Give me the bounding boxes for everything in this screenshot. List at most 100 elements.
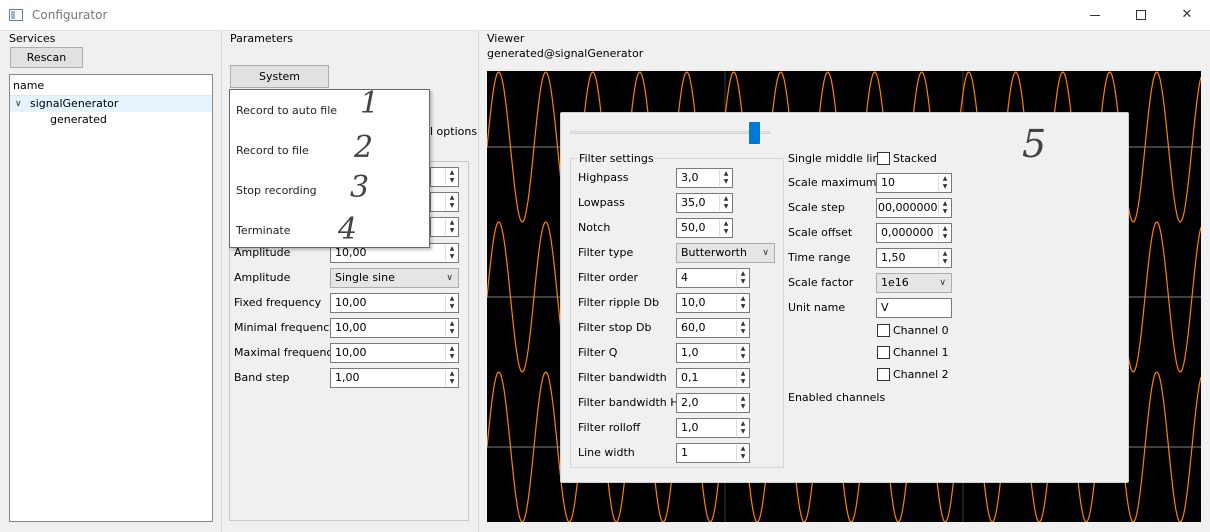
chevron-down-icon[interactable]: ∨	[15, 96, 22, 112]
tree-item-generated[interactable]: generated	[10, 112, 212, 128]
spin-up-icon[interactable]: ▲	[446, 295, 458, 303]
spin-up-icon[interactable]: ▲	[737, 320, 749, 328]
spin-down-icon[interactable]: ▼	[720, 228, 732, 236]
filter-bandwidth-hz-spinbox[interactable]: 2,0 ▲ ▼	[676, 393, 750, 413]
spin-down-icon[interactable]: ▼	[446, 303, 458, 311]
overlay-slider-track[interactable]	[570, 131, 770, 134]
time-range-spinbox[interactable]: 1,50 ▲ ▼	[876, 248, 952, 268]
spin-down-icon[interactable]: ▼	[737, 453, 749, 461]
stacked-checkbox[interactable]	[877, 152, 890, 165]
spin-up-icon[interactable]: ▲	[720, 195, 732, 203]
filter-rolloff-spinbox[interactable]: 1,0 ▲ ▼	[676, 418, 750, 438]
menu-item-record-file[interactable]: Record to file	[236, 144, 309, 157]
filter-stop-value: 60,0	[681, 321, 706, 334]
spin-down-icon[interactable]: ▼	[720, 178, 732, 186]
unit-name-input[interactable]: V	[876, 298, 952, 318]
spin-down-icon[interactable]: ▼	[720, 203, 732, 211]
spin-up-icon[interactable]: ▲	[939, 200, 951, 208]
scale-step-spinbox[interactable]: 00,000000 ▲ ▼	[876, 198, 952, 218]
minimize-button[interactable]	[1072, 0, 1118, 31]
menu-item-record-auto[interactable]: Record to auto file	[236, 104, 337, 117]
scale-factor-select[interactable]: 1e16 ∨	[876, 273, 952, 293]
band-step-spinbox[interactable]: 1,00 ▲ ▼	[330, 368, 459, 388]
tree-item-label: signalGenerator	[30, 97, 119, 110]
unit-name-label: Unit name	[788, 301, 846, 314]
channel-1-checkbox[interactable]	[877, 346, 890, 359]
highpass-spinbox[interactable]: 3,0 ▲ ▼	[676, 168, 733, 188]
channel-2-checkbox[interactable]	[877, 368, 890, 381]
filter-bandwidth-value: 0,1	[681, 371, 699, 384]
filter-q-spinbox[interactable]: 1,0 ▲ ▼	[676, 343, 750, 363]
maximize-button[interactable]	[1118, 0, 1164, 31]
spin-down-icon[interactable]: ▼	[939, 233, 951, 241]
line-width-spinbox[interactable]: 1 ▲ ▼	[676, 443, 750, 463]
tree-item-signalgenerator[interactable]: ∨ signalGenerator	[10, 96, 212, 112]
notch-spinbox[interactable]: 50,0 ▲ ▼	[676, 218, 733, 238]
spin-up-icon[interactable]: ▲	[720, 170, 732, 178]
spin-up-icon[interactable]: ▲	[446, 245, 458, 253]
spin-up-icon[interactable]: ▲	[737, 445, 749, 453]
filter-bandwidth-spinbox[interactable]: 0,1 ▲ ▼	[676, 368, 750, 388]
minimal-frequency-spinbox[interactable]: 10,00 ▲ ▼	[330, 318, 459, 338]
filter-stop-spinbox[interactable]: 60,0 ▲ ▼	[676, 318, 750, 338]
spin-down-icon[interactable]: ▼	[939, 208, 951, 216]
spin-up-icon[interactable]: ▲	[939, 250, 951, 258]
spin-down-icon[interactable]: ▼	[446, 353, 458, 361]
tree-item-label: generated	[50, 113, 107, 126]
services-tree[interactable]: name ∨ signalGenerator generated	[9, 74, 213, 522]
tree-header-name[interactable]: name	[10, 75, 212, 96]
spin-up-icon[interactable]: ▲	[939, 175, 951, 183]
channel-1-label: Channel 1	[893, 346, 949, 359]
amplitude-mode-select[interactable]: Single sine ∨	[330, 268, 459, 288]
spin-down-icon[interactable]: ▼	[737, 303, 749, 311]
menu-item-terminate[interactable]: Terminate	[236, 224, 291, 237]
fixed-frequency-spinbox[interactable]: 10,00 ▲ ▼	[330, 293, 459, 313]
spin-up-icon[interactable]: ▲	[737, 420, 749, 428]
splitter-left[interactable]	[221, 31, 222, 532]
hidden-spinbox[interactable]: ▲ ▼	[430, 217, 459, 237]
spin-up-icon[interactable]: ▲	[737, 370, 749, 378]
splitter-right[interactable]	[478, 31, 479, 532]
spin-up-icon[interactable]: ▲	[737, 345, 749, 353]
spin-down-icon[interactable]: ▼	[737, 403, 749, 411]
annotation-5: 5	[1022, 122, 1047, 166]
spin-down-icon[interactable]: ▼	[446, 253, 458, 261]
spin-up-icon[interactable]: ▲	[737, 270, 749, 278]
channel-0-checkbox[interactable]	[877, 324, 890, 337]
spin-down-icon[interactable]: ▼	[446, 378, 458, 386]
system-button[interactable]: System	[230, 65, 329, 88]
spin-down-icon[interactable]: ▼	[446, 328, 458, 336]
maximal-frequency-spinbox[interactable]: 10,00 ▲ ▼	[330, 343, 459, 363]
scale-step-label: Scale step	[788, 201, 845, 214]
lowpass-spinbox[interactable]: 35,0 ▲ ▼	[676, 193, 733, 213]
spin-down-icon[interactable]: ▼	[737, 278, 749, 286]
close-button[interactable]: ✕	[1164, 0, 1210, 31]
hidden-spinbox[interactable]: ▲ ▼	[430, 167, 459, 187]
spin-up-icon[interactable]: ▲	[446, 345, 458, 353]
spin-down-icon[interactable]: ▼	[737, 353, 749, 361]
overlay-slider-thumb[interactable]	[749, 122, 760, 144]
spin-up-icon[interactable]: ▲	[939, 225, 951, 233]
spin-up-icon[interactable]: ▲	[720, 220, 732, 228]
scale-offset-spinbox[interactable]: 0,000000 ▲ ▼	[876, 223, 952, 243]
filter-ripple-spinbox[interactable]: 10,0 ▲ ▼	[676, 293, 750, 313]
spin-down-icon[interactable]: ▼	[737, 378, 749, 386]
rescan-button[interactable]: Rescan	[10, 47, 83, 68]
menu-item-stop-recording[interactable]: Stop recording	[236, 184, 317, 197]
hidden-spinbox[interactable]: ▲ ▼	[430, 192, 459, 212]
spin-up-icon[interactable]: ▲	[737, 295, 749, 303]
filter-order-spinbox[interactable]: 4 ▲ ▼	[676, 268, 750, 288]
spin-down-icon[interactable]: ▼	[939, 183, 951, 191]
param-label-band-step: Band step	[234, 371, 290, 384]
minimize-icon	[1090, 15, 1100, 16]
spin-up-icon[interactable]: ▲	[737, 395, 749, 403]
spin-up-icon[interactable]: ▲	[446, 320, 458, 328]
spin-down-icon[interactable]: ▼	[939, 258, 951, 266]
spin-down-icon[interactable]: ▼	[737, 328, 749, 336]
scale-maximum-spinbox[interactable]: 10 ▲ ▼	[876, 173, 952, 193]
filter-order-value: 4	[681, 271, 688, 284]
options-tab-label[interactable]: l options	[430, 125, 477, 138]
spin-down-icon[interactable]: ▼	[737, 428, 749, 436]
spin-up-icon[interactable]: ▲	[446, 370, 458, 378]
filter-type-select[interactable]: Butterworth ∨	[676, 243, 775, 263]
